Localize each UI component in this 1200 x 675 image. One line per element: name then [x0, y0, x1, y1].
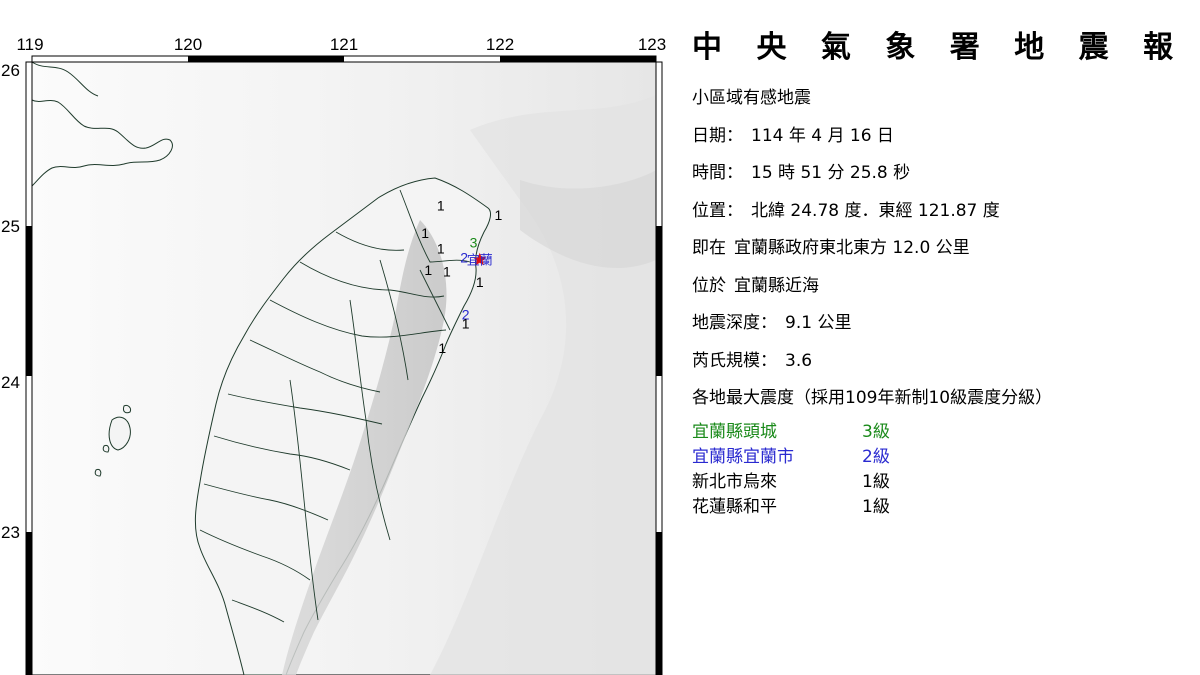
- report-category: 小區域有感地震: [692, 88, 811, 108]
- intensity-location: 花蓮縣和平: [692, 496, 777, 517]
- intensity-level: 1級: [862, 471, 890, 492]
- lon-tick-label: 123: [638, 35, 666, 54]
- intensity-location: 新北市烏來: [692, 471, 777, 492]
- intensity-mark: 1: [438, 340, 446, 356]
- lon-tick-label: 121: [330, 35, 358, 54]
- depth-value: 9.1 公里: [785, 313, 852, 333]
- intensity-heading: 各地最大震度（採用109年新制10級震度分級）: [692, 388, 1053, 408]
- intensity-mark: 3: [470, 234, 478, 250]
- position-label: 位置：: [692, 200, 743, 221]
- magnitude-line: 芮氏規模： 3.6: [692, 351, 1192, 371]
- relative-label: 即在: [692, 238, 726, 258]
- region-value: 宜蘭縣近海: [734, 275, 819, 296]
- position-value: 北緯 24.78 度．東經 121.87 度: [751, 200, 1000, 221]
- intensity-mark: 1: [495, 207, 503, 223]
- intensity-mark: 1: [437, 241, 445, 257]
- lat-tick-label: 24: [1, 373, 20, 392]
- date-value: 114 年 4 月 16 日: [751, 125, 894, 146]
- lon-tick-label: 122: [486, 35, 514, 54]
- intensity-mark: 1: [443, 263, 451, 279]
- intensity-level: 3級: [862, 421, 890, 442]
- region-line: 位於 宜蘭縣近海: [692, 276, 1192, 296]
- depth-line: 地震深度： 9.1 公里: [692, 313, 1192, 333]
- earthquake-report: 中 央 氣 象 署 地 震 報 告 小區域有感地震 日期： 114 年 4 月 1…: [692, 28, 1200, 520]
- lon-tick-label: 120: [174, 35, 202, 54]
- relative-location-line: 即在 宜蘭縣政府東北東方 12.0 公里: [692, 238, 1192, 258]
- intensity-row: 宜蘭縣頭城 3級: [692, 420, 1192, 445]
- intensity-level: 1級: [862, 496, 890, 517]
- magnitude-value: 3.6: [785, 350, 813, 371]
- intensity-row: 花蓮縣和平 1級: [692, 495, 1192, 520]
- intensity-list: 宜蘭縣頭城 3級 宜蘭縣宜蘭市 2級 新北市烏來 1級 花蓮縣和平 1級: [692, 420, 1192, 520]
- intensity-mark: 1: [476, 274, 484, 290]
- intensity-mark: 1: [437, 198, 445, 214]
- intensity-mark: 1: [424, 262, 432, 278]
- intensity-row: 新北市烏來 1級: [692, 470, 1192, 495]
- intensity-location: 宜蘭縣宜蘭市: [692, 446, 794, 467]
- date-line: 日期： 114 年 4 月 16 日: [692, 126, 1192, 146]
- intensity-mark: 1: [462, 316, 470, 332]
- time-line: 時間： 15 時 51 分 25.8 秒: [692, 163, 1192, 183]
- map-panel: 119 120 121 122 123 26 25 24 23 32211111…: [0, 0, 680, 675]
- intensity-row: 宜蘭縣宜蘭市 2級: [692, 445, 1192, 470]
- lat-tick-label: 23: [1, 523, 20, 542]
- lat-tick-label: 25: [1, 217, 20, 236]
- epicenter-map: 119 120 121 122 123 26 25 24 23 32211111…: [1, 35, 666, 675]
- depth-label: 地震深度：: [692, 313, 777, 333]
- lon-tick-label: 119: [16, 35, 43, 54]
- intensity-location: 宜蘭縣頭城: [692, 421, 777, 442]
- lat-tick-label: 26: [1, 61, 20, 80]
- intensity-level: 2級: [862, 446, 890, 467]
- time-value: 15 時 51 分 25.8 秒: [751, 163, 911, 183]
- report-title: 中 央 氣 象 署 地 震 報 告: [692, 30, 1200, 65]
- relative-value: 宜蘭縣政府東北東方 12.0 公里: [734, 238, 970, 258]
- date-label: 日期：: [692, 125, 743, 146]
- epicenter-county-label: 宜蘭: [467, 253, 493, 268]
- intensity-mark: 1: [421, 225, 429, 241]
- position-line: 位置： 北緯 24.78 度．東經 121.87 度: [692, 201, 1192, 221]
- magnitude-label: 芮氏規模：: [692, 350, 777, 371]
- time-label: 時間：: [692, 163, 743, 183]
- region-label: 位於: [692, 275, 726, 296]
